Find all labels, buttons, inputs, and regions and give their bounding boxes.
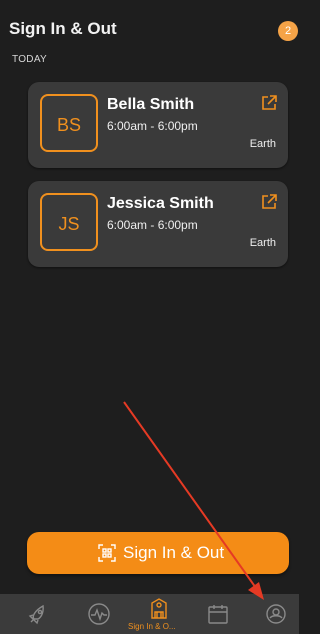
person-card[interactable]: BS Bella Smith 6:00am - 6:00pm Earth — [28, 82, 288, 168]
rocket-icon — [28, 604, 44, 625]
tab-activity[interactable] — [80, 594, 120, 634]
tab-profile[interactable] — [256, 594, 296, 634]
sign-in-out-button[interactable]: Sign In & Out — [27, 532, 289, 574]
tab-sign-in-out[interactable]: Sign In & O... — [128, 594, 190, 634]
initials-avatar: JS — [40, 193, 98, 251]
initials-avatar: BS — [40, 94, 98, 152]
person-card[interactable]: JS Jessica Smith 6:00am - 6:00pm Earth — [28, 181, 288, 267]
tab-calendar[interactable] — [198, 594, 238, 634]
header: Sign In & Out 2 TODAY — [0, 0, 299, 70]
shift-time: 6:00am - 6:00pm — [107, 218, 198, 232]
calendar-icon — [208, 605, 228, 624]
external-link-icon[interactable] — [260, 94, 278, 112]
qr-scan-icon — [98, 544, 116, 562]
tab-label-sign-in-out: Sign In & O... — [128, 622, 176, 631]
tab-rocket[interactable] — [20, 594, 60, 634]
activity-icon — [88, 603, 110, 625]
sign-in-out-label: Sign In & Out — [123, 543, 225, 562]
page-title: Sign In & Out — [9, 19, 117, 38]
location-label: Earth — [249, 237, 276, 249]
sign-in-out-icon — [151, 598, 167, 619]
external-link-icon[interactable] — [260, 193, 278, 211]
person-name: Bella Smith — [107, 96, 195, 113]
profile-icon — [266, 604, 286, 624]
section-label-today: TODAY — [12, 54, 48, 65]
bottom-tab-bar: Sign In & O... — [0, 594, 299, 634]
shift-time: 6:00am - 6:00pm — [107, 119, 198, 133]
location-label: Earth — [249, 138, 276, 150]
person-name: Jessica Smith — [107, 195, 214, 212]
notification-badge[interactable]: 2 — [278, 21, 298, 41]
